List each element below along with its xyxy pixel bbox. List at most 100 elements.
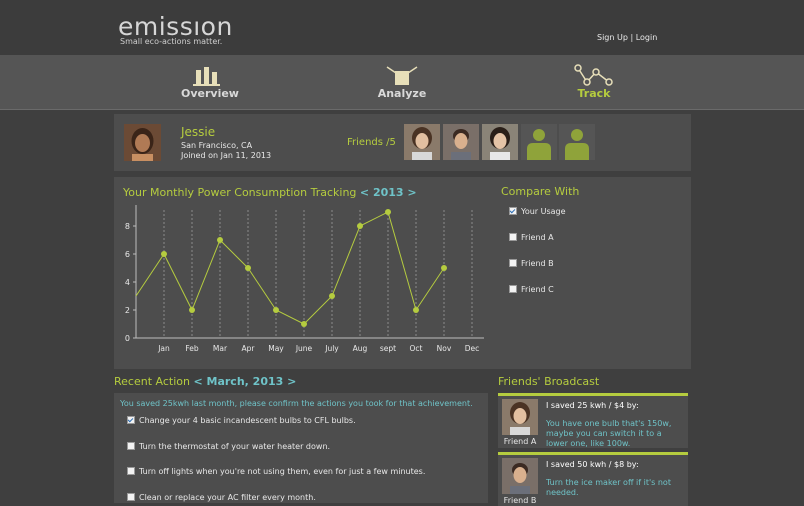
compare-label: Friend B: [521, 259, 554, 268]
avatar[interactable]: [124, 124, 161, 161]
compare-checkbox-friend-c[interactable]: [509, 284, 517, 293]
data-point: [413, 307, 419, 313]
nav-track[interactable]: Track: [539, 56, 649, 109]
bar-chart-icon: [193, 67, 220, 86]
main-nav: Overview Analyze Track: [0, 56, 804, 110]
login-link[interactable]: Login: [636, 33, 658, 42]
action-checkbox[interactable]: [127, 466, 135, 475]
broadcast-text: You have one bulb that's 150w, maybe you…: [546, 419, 672, 448]
friend-photo: [443, 124, 479, 160]
x-tick-label: Jan: [157, 344, 170, 353]
auth-links: Sign Up | Login: [597, 33, 657, 42]
broadcast-title: Friends' Broadcast: [498, 375, 600, 388]
action-item[interactable]: Change your 4 basic incandescent bulbs t…: [127, 415, 356, 425]
signup-link[interactable]: Sign Up: [597, 33, 628, 42]
friend-avatar[interactable]: [443, 124, 479, 160]
series-line: [135, 211, 445, 325]
y-tick-label: 6: [125, 250, 130, 259]
month-selector[interactable]: < March, 2013 >: [193, 375, 296, 388]
compare-option[interactable]: Friend B: [509, 258, 554, 268]
compare-option[interactable]: Friend A: [509, 232, 554, 242]
profile-location: San Francisco, CA: [181, 141, 253, 150]
x-tick-label: July: [324, 344, 339, 353]
x-tick-label: Aug: [353, 344, 368, 353]
x-tick-label: Feb: [185, 344, 199, 353]
broadcast-card: Friend B I saved 50 kwh / $8 by: Turn th…: [498, 452, 688, 506]
action-checkbox[interactable]: [127, 415, 135, 424]
data-point: [329, 293, 335, 299]
nav-track-label: Track: [577, 87, 611, 100]
broadcast-card: Friend A I saved 25 kwh / $4 by: You hav…: [498, 393, 688, 448]
broadcast-friend-name: Friend A: [503, 437, 537, 446]
x-tick-label: Nov: [437, 344, 452, 353]
data-point: [245, 265, 251, 271]
compare-title: Compare With: [501, 185, 580, 198]
data-point: [189, 307, 195, 313]
analyze-icon: [386, 66, 418, 85]
friend-avatar[interactable]: [404, 124, 440, 160]
person-icon: [565, 129, 589, 160]
broadcast-text: Turn the ice maker off if it's not neede…: [546, 478, 671, 497]
friend-photo: [404, 124, 440, 160]
data-point: [273, 307, 279, 313]
x-tick-label: Mar: [213, 344, 228, 353]
broadcast-avatar[interactable]: [502, 458, 538, 494]
recent-action-title: Recent Action < March, 2013 >: [114, 375, 296, 388]
compare-checkbox-your-usage[interactable]: [509, 206, 517, 215]
consumption-chart: 0 2 4 6 8 Jan Feb Mar Apr May June July Aug sept Oct No…: [125, 205, 484, 353]
nav-analyze[interactable]: Analyze: [347, 56, 457, 109]
auth-separator: |: [627, 33, 636, 42]
x-tick-label: Apr: [242, 344, 256, 353]
action-checkbox[interactable]: [127, 492, 135, 501]
friend-photo: [482, 124, 518, 160]
compare-label: Friend C: [521, 285, 554, 294]
nav-overview-label: Overview: [181, 87, 239, 100]
action-item[interactable]: Turn the thermostat of your water heater…: [127, 441, 331, 451]
action-item[interactable]: Clean or replace your AC filter every mo…: [127, 492, 316, 502]
x-tick-label: Dec: [465, 344, 480, 353]
broadcast-headline: I saved 50 kwh / $8 by:: [546, 460, 639, 469]
compare-checkbox-friend-b[interactable]: [509, 258, 517, 267]
action-label: Change your 4 basic incandescent bulbs t…: [139, 416, 356, 425]
y-tick-label: 0: [125, 334, 130, 343]
person-icon: [527, 129, 551, 160]
compare-option[interactable]: Your Usage: [509, 206, 566, 216]
friend-placeholder[interactable]: [521, 124, 557, 160]
nav-overview[interactable]: Overview: [155, 56, 265, 109]
compare-label: Friend A: [521, 233, 554, 242]
friend-photo: [502, 399, 538, 435]
y-tick-label: 4: [125, 278, 130, 287]
compare-checkbox-friend-a[interactable]: [509, 232, 517, 241]
profile-name[interactable]: Jessie: [181, 125, 215, 139]
y-tick-label: 2: [125, 306, 130, 315]
line-graph-icon: [574, 64, 613, 86]
recent-message: You saved 25kwh last month, please confi…: [120, 399, 473, 408]
action-checkbox[interactable]: [127, 441, 135, 450]
broadcast-headline: I saved 25 kwh / $4 by:: [546, 401, 639, 410]
data-point: [161, 251, 167, 257]
x-tick-label: June: [295, 344, 313, 353]
data-point: [441, 265, 447, 271]
x-tick-label: Oct: [410, 344, 423, 353]
friend-photo: [502, 458, 538, 494]
friend-placeholder[interactable]: [559, 124, 595, 160]
x-tick-label: sept: [380, 344, 396, 353]
compare-option[interactable]: Friend C: [509, 284, 554, 294]
profile-joined: Joined on Jan 11, 2013: [181, 151, 272, 160]
data-point: [301, 321, 307, 327]
tagline: Small eco-actions matter.: [120, 37, 223, 46]
broadcast-friend-name: Friend B: [503, 496, 537, 505]
x-tick-label: May: [268, 344, 284, 353]
friend-avatar[interactable]: [482, 124, 518, 160]
action-label: Clean or replace your AC filter every mo…: [139, 493, 316, 502]
action-label: Turn the thermostat of your water heater…: [139, 442, 331, 451]
nav-analyze-label: Analyze: [377, 87, 427, 100]
data-point: [357, 223, 363, 229]
compare-label: Your Usage: [521, 207, 566, 216]
data-point: [385, 209, 391, 215]
broadcast-avatar[interactable]: [502, 399, 538, 435]
action-item[interactable]: Turn off lights when you're not using th…: [127, 466, 425, 476]
friends-count: Friends /5: [347, 137, 396, 148]
y-tick-label: 8: [125, 222, 130, 231]
avatar-photo: [124, 124, 161, 161]
